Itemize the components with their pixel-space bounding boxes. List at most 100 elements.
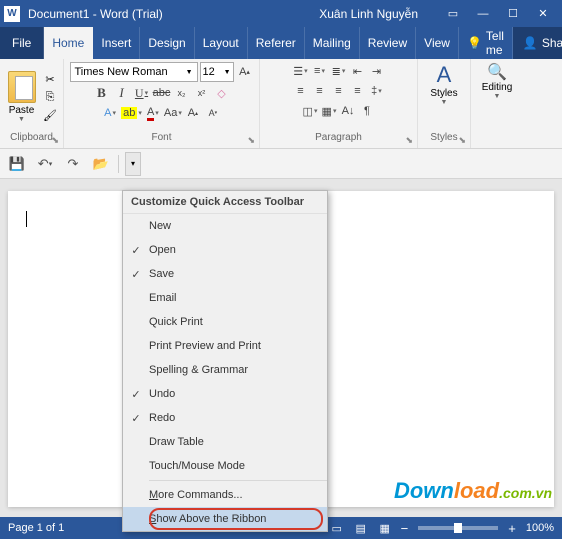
grow-font-button[interactable]: A▴: [236, 63, 254, 81]
tab-layout[interactable]: Layout: [195, 27, 248, 59]
font-size-select[interactable]: 12▼: [200, 62, 234, 82]
line-spacing-button[interactable]: ‡▾: [368, 82, 386, 100]
change-case-button[interactable]: Aa▾: [164, 104, 182, 122]
grow-font2-button[interactable]: A▴: [184, 104, 202, 122]
zoom-in-button[interactable]: +: [504, 521, 520, 536]
share-label: Share: [542, 36, 562, 50]
numbering-button[interactable]: ≡▾: [311, 62, 329, 80]
qat-open-button[interactable]: 📂: [90, 153, 112, 175]
tab-view[interactable]: View: [416, 27, 459, 59]
shading-button[interactable]: ◫▾: [301, 102, 319, 120]
underline-button[interactable]: U▾: [133, 84, 151, 102]
menu-item-redo[interactable]: ✓Redo: [123, 406, 327, 430]
menu-item-label: Spelling & Grammar: [149, 364, 248, 376]
lightbulb-icon: 💡: [467, 36, 482, 50]
justify-button[interactable]: ≡: [349, 82, 367, 100]
menu-item-quick-print[interactable]: Quick Print: [123, 310, 327, 334]
clipboard-label: Clipboard: [10, 132, 53, 143]
copy-button[interactable]: ⎘: [41, 89, 59, 105]
styles-button[interactable]: A Styles ▼: [422, 62, 466, 132]
find-icon: 🔍: [487, 62, 507, 82]
menu-item-save[interactable]: ✓Save: [123, 262, 327, 286]
read-mode-button[interactable]: ▭: [325, 519, 349, 537]
menu-show-above-ribbon[interactable]: Show Above the Ribbon: [123, 507, 327, 531]
tab-mailings[interactable]: Mailing: [305, 27, 360, 59]
share-button[interactable]: 👤 Share: [513, 27, 562, 59]
menu-item-email[interactable]: Email: [123, 286, 327, 310]
web-layout-button[interactable]: ▦: [373, 519, 397, 537]
show-marks-button[interactable]: ¶: [358, 102, 376, 120]
qat-save-button[interactable]: 💾: [6, 153, 28, 175]
align-right-button[interactable]: ≡: [330, 82, 348, 100]
editing-button[interactable]: 🔍 Editing ▼: [475, 62, 519, 132]
cut-button[interactable]: ✂: [41, 71, 59, 87]
multilevel-button[interactable]: ≣▾: [330, 62, 348, 80]
font-launcher-icon[interactable]: ⬊: [247, 135, 255, 146]
format-painter-button[interactable]: 🖌: [41, 107, 59, 123]
align-left-button[interactable]: ≡: [292, 82, 310, 100]
word-icon: W: [4, 6, 20, 22]
paste-icon: [8, 71, 36, 103]
tab-insert[interactable]: Insert: [93, 27, 140, 59]
print-layout-button[interactable]: ▤: [349, 519, 373, 537]
qat-customize-button[interactable]: ▾: [125, 152, 141, 176]
highlight-button[interactable]: ab▾: [121, 104, 142, 122]
document-title: Document1 - Word (Trial): [28, 7, 163, 21]
paste-button[interactable]: Paste ▼: [4, 71, 39, 123]
shrink-font-button[interactable]: A▾: [204, 104, 222, 122]
bullets-button[interactable]: ☰▾: [292, 62, 310, 80]
decrease-indent-button[interactable]: ⇤: [349, 62, 367, 80]
bold-button[interactable]: B: [93, 84, 111, 102]
font-label: Font: [151, 132, 171, 143]
increase-indent-button[interactable]: ⇥: [368, 62, 386, 80]
menu-item-label: Redo: [149, 412, 175, 424]
close-icon[interactable]: ✕: [528, 0, 558, 27]
qat-redo-button[interactable]: ↷: [62, 153, 84, 175]
ribbon: Paste ▼ ✂ ⎘ 🖌 Clipboard⬊ Times New Roman…: [0, 59, 562, 149]
font-color-button[interactable]: A▾: [144, 104, 162, 122]
group-font: Times New Roman▼ 12▼ A▴ B I U▾ abc x₂ x²…: [64, 59, 260, 148]
menu-item-label: Email: [149, 292, 177, 304]
italic-button[interactable]: I: [113, 84, 131, 102]
tab-review[interactable]: Review: [360, 27, 416, 59]
zoom-thumb[interactable]: [454, 523, 462, 533]
clipboard-launcher-icon[interactable]: ⬊: [51, 135, 59, 146]
menu-item-open[interactable]: ✓Open: [123, 238, 327, 262]
subscript-button[interactable]: x₂: [173, 84, 191, 102]
title-bar: W Document1 - Word (Trial) Xuân Linh Ngu…: [0, 0, 562, 27]
menu-item-new[interactable]: New: [123, 214, 327, 238]
menu-item-touch-mouse-mode[interactable]: Touch/Mouse Mode: [123, 454, 327, 478]
sort-button[interactable]: A↓: [339, 102, 357, 120]
check-icon: ✓: [123, 412, 149, 425]
zoom-level[interactable]: 100%: [526, 522, 554, 534]
menu-item-spelling-grammar[interactable]: Spelling & Grammar: [123, 358, 327, 382]
qat-customize-menu: Customize Quick Access Toolbar New✓Open✓…: [122, 190, 328, 532]
strikethrough-button[interactable]: abc: [153, 84, 171, 102]
check-icon: ✓: [123, 244, 149, 257]
text-effects-button[interactable]: A▾: [101, 104, 119, 122]
menu-item-undo[interactable]: ✓Undo: [123, 382, 327, 406]
maximize-icon[interactable]: ☐: [498, 0, 528, 27]
tell-me-search[interactable]: 💡 Tell me: [459, 27, 513, 59]
superscript-button[interactable]: x²: [193, 84, 211, 102]
qat-undo-button[interactable]: ↶▾: [34, 153, 56, 175]
paragraph-launcher-icon[interactable]: ⬊: [405, 135, 413, 146]
tab-references[interactable]: Referer: [248, 27, 305, 59]
clear-formatting-button[interactable]: ◇: [213, 84, 231, 102]
person-icon: 👤: [523, 36, 538, 50]
borders-button[interactable]: ▦▾: [320, 102, 338, 120]
menu-item-print-preview-and-print[interactable]: Print Preview and Print: [123, 334, 327, 358]
font-name-select[interactable]: Times New Roman▼: [70, 62, 198, 82]
styles-launcher-icon[interactable]: ⬊: [458, 135, 466, 146]
menu-separator: [149, 480, 327, 481]
menu-more-commands[interactable]: More Commands...: [123, 483, 327, 507]
zoom-slider[interactable]: [418, 526, 498, 530]
tab-file[interactable]: File: [0, 27, 44, 59]
ribbon-display-icon[interactable]: ▭: [438, 0, 468, 27]
menu-item-draw-table[interactable]: Draw Table: [123, 430, 327, 454]
align-center-button[interactable]: ≡: [311, 82, 329, 100]
tab-design[interactable]: Design: [140, 27, 194, 59]
tab-home[interactable]: Home: [44, 27, 93, 59]
zoom-out-button[interactable]: −: [397, 521, 413, 536]
minimize-icon[interactable]: —: [468, 0, 498, 27]
